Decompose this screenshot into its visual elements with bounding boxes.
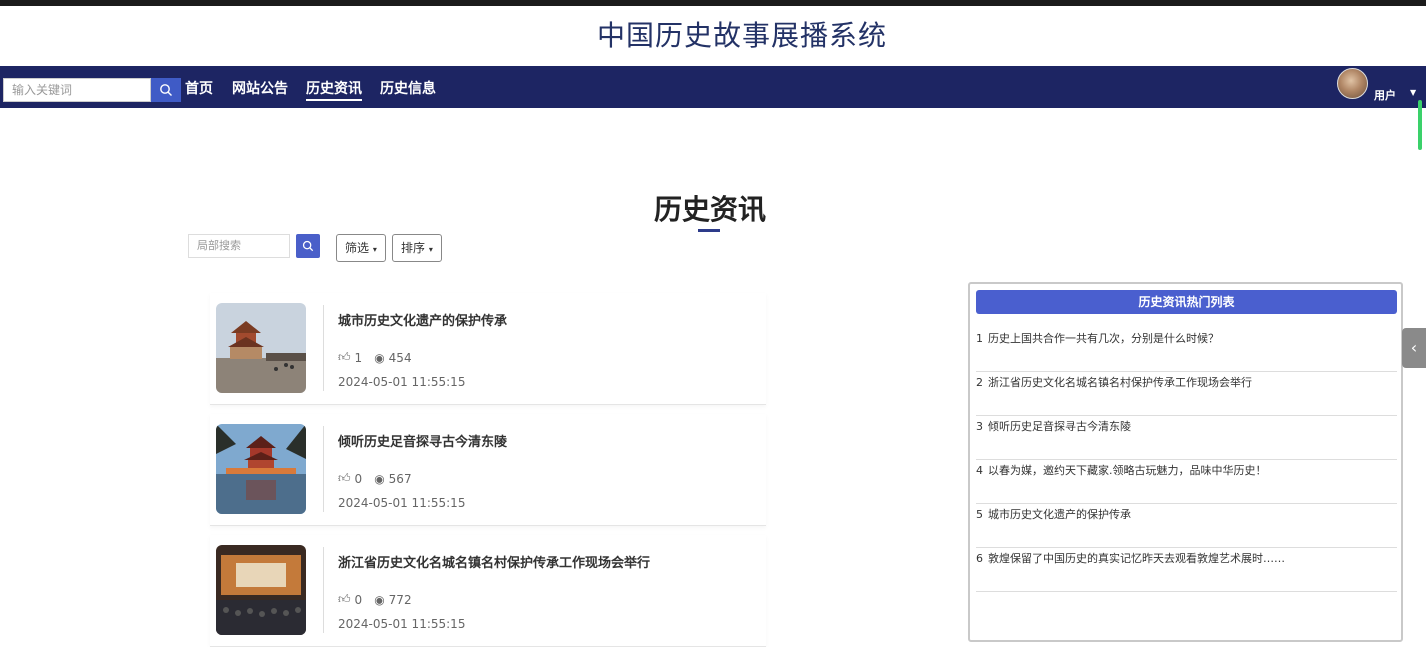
thumbs-up-icon[interactable]: 👍︎ (338, 350, 351, 365)
view-count: 567 (388, 471, 412, 486)
hot-item-text: 倾听历史足音探寻古今清东陵 (988, 420, 1131, 433)
avatar[interactable] (1337, 68, 1368, 99)
hot-item-number: 3 (976, 420, 983, 433)
chevron-down-icon[interactable]: ▼ (1410, 88, 1416, 97)
nav-search-input[interactable]: 输入关键词 (3, 78, 151, 102)
hot-item-number: 2 (976, 376, 983, 389)
hot-list-item[interactable]: 1 历史上国共合作一共有几次，分别是什么时候？ (976, 328, 1397, 372)
article-meta: 👍︎ 0 ◉ 567 (338, 471, 412, 486)
nav-announcements[interactable]: 网站公告 (232, 79, 288, 99)
hot-list-header: 历史资讯热门列表 (976, 290, 1397, 314)
article-card[interactable]: 城市历史文化遗产的保护传承 👍︎ 1 ◉ 454 2024-05-01 11:55:… (210, 293, 766, 405)
hot-item-number: 1 (976, 332, 983, 345)
hot-item-text: 浙江省历史文化名城名镇名村保护传承工作现场会举行 (988, 376, 1252, 389)
nav-home[interactable]: 首页 (185, 79, 213, 99)
article-meta: 👍︎ 0 ◉ 772 (338, 592, 412, 607)
article-card[interactable]: 浙江省历史文化名城名镇名村保护传承工作现场会举行 👍︎ 0 ◉ 772 2024-0… (210, 535, 766, 647)
article-title[interactable]: 浙江省历史文化名城名镇名村保护传承工作现场会举行 (338, 552, 650, 571)
title-underline (698, 229, 720, 232)
like-count: 0 (354, 592, 363, 607)
hot-item-text: 城市历史文化遗产的保护传承 (988, 508, 1131, 521)
article-divider (323, 547, 324, 633)
eye-icon: ◉ (374, 592, 385, 607)
view-count: 772 (388, 592, 412, 607)
nav-search-button[interactable] (151, 78, 181, 102)
caret-down-icon: ▾ (428, 245, 433, 254)
article-thumbnail[interactable] (216, 424, 306, 514)
local-search-button[interactable] (296, 234, 320, 258)
thumbs-up-icon[interactable]: 👍︎ (338, 471, 351, 486)
hot-item-number: 6 (976, 552, 983, 565)
eye-icon: ◉ (374, 471, 385, 486)
sort-dropdown[interactable]: 排序 ▾ (392, 234, 442, 262)
filter-dropdown[interactable]: 筛选 ▾ (336, 234, 386, 262)
search-icon (160, 84, 172, 96)
article-title[interactable]: 城市历史文化遗产的保护传承 (338, 310, 507, 329)
article-title[interactable]: 倾听历史足音探寻古今清东陵 (338, 431, 507, 450)
hot-list-item[interactable]: 4 以春为媒，邀约天下藏家.领略古玩魅力，品味中华历史！ (976, 460, 1397, 504)
hot-item-number: 4 (976, 464, 983, 477)
hot-list-item[interactable]: 6 敦煌保留了中国历史的真实记忆昨天去观看敦煌艺术展时…… (976, 548, 1397, 592)
article-meta: 👍︎ 1 ◉ 454 (338, 350, 412, 365)
article-date: 2024-05-01 11:55:15 (338, 375, 466, 389)
local-search-input[interactable]: 局部搜索 (188, 234, 290, 258)
eye-icon: ◉ (374, 350, 385, 365)
article-thumbnail[interactable] (216, 545, 306, 635)
nav-history-info[interactable]: 历史信息 (380, 79, 436, 99)
hot-list-item[interactable]: 5 城市历史文化遗产的保护传承 (976, 504, 1397, 548)
hot-item-number: 5 (976, 508, 983, 521)
hot-item-text: 历史上国共合作一共有几次，分别是什么时候？ (988, 332, 1219, 345)
navbar: 输入关键词 首页 网站公告 历史资讯 历史信息 用户 ▼ (0, 66, 1426, 108)
like-count: 0 (354, 471, 363, 486)
thumbs-up-icon[interactable]: 👍︎ (338, 592, 351, 607)
view-count: 454 (388, 350, 412, 365)
chevron-left-icon: ‹ (1410, 338, 1418, 357)
article-thumbnail[interactable] (216, 303, 306, 393)
hot-list-panel: 历史资讯热门列表 1 历史上国共合作一共有几次，分别是什么时候？ 2 浙江省历史文化… (968, 282, 1403, 642)
caret-down-icon: ▾ (372, 245, 377, 254)
site-title: 中国历史故事展播系统 (596, 19, 887, 52)
article-date: 2024-05-01 11:55:15 (338, 496, 466, 510)
hot-item-text: 以春为媒，邀约天下藏家.领略古玩魅力，品味中华历史！ (988, 464, 1267, 477)
hot-item-text: 敦煌保留了中国历史的真实记忆昨天去观看敦煌艺术展时…… (988, 552, 1285, 565)
search-icon (302, 240, 314, 252)
article-card[interactable]: 倾听历史足音探寻古今清东陵 👍︎ 0 ◉ 567 2024-05-01 11:55:… (210, 414, 766, 526)
collapse-panel-button[interactable]: ‹ (1402, 328, 1426, 368)
article-divider (323, 426, 324, 512)
article-divider (323, 305, 324, 391)
scrollbar-thumb[interactable] (1418, 100, 1422, 150)
user-menu-label[interactable]: 用户 (1374, 87, 1396, 103)
like-count: 1 (354, 350, 363, 365)
nav-history-news[interactable]: 历史资讯 (306, 79, 362, 101)
filter-label: 筛选 (345, 241, 370, 255)
sort-label: 排序 (401, 241, 426, 255)
hot-list-item[interactable]: 2 浙江省历史文化名城名镇名村保护传承工作现场会举行 (976, 372, 1397, 416)
hot-list-item[interactable]: 3 倾听历史足音探寻古今清东陵 (976, 416, 1397, 460)
page-title: 历史资讯 (653, 193, 766, 226)
